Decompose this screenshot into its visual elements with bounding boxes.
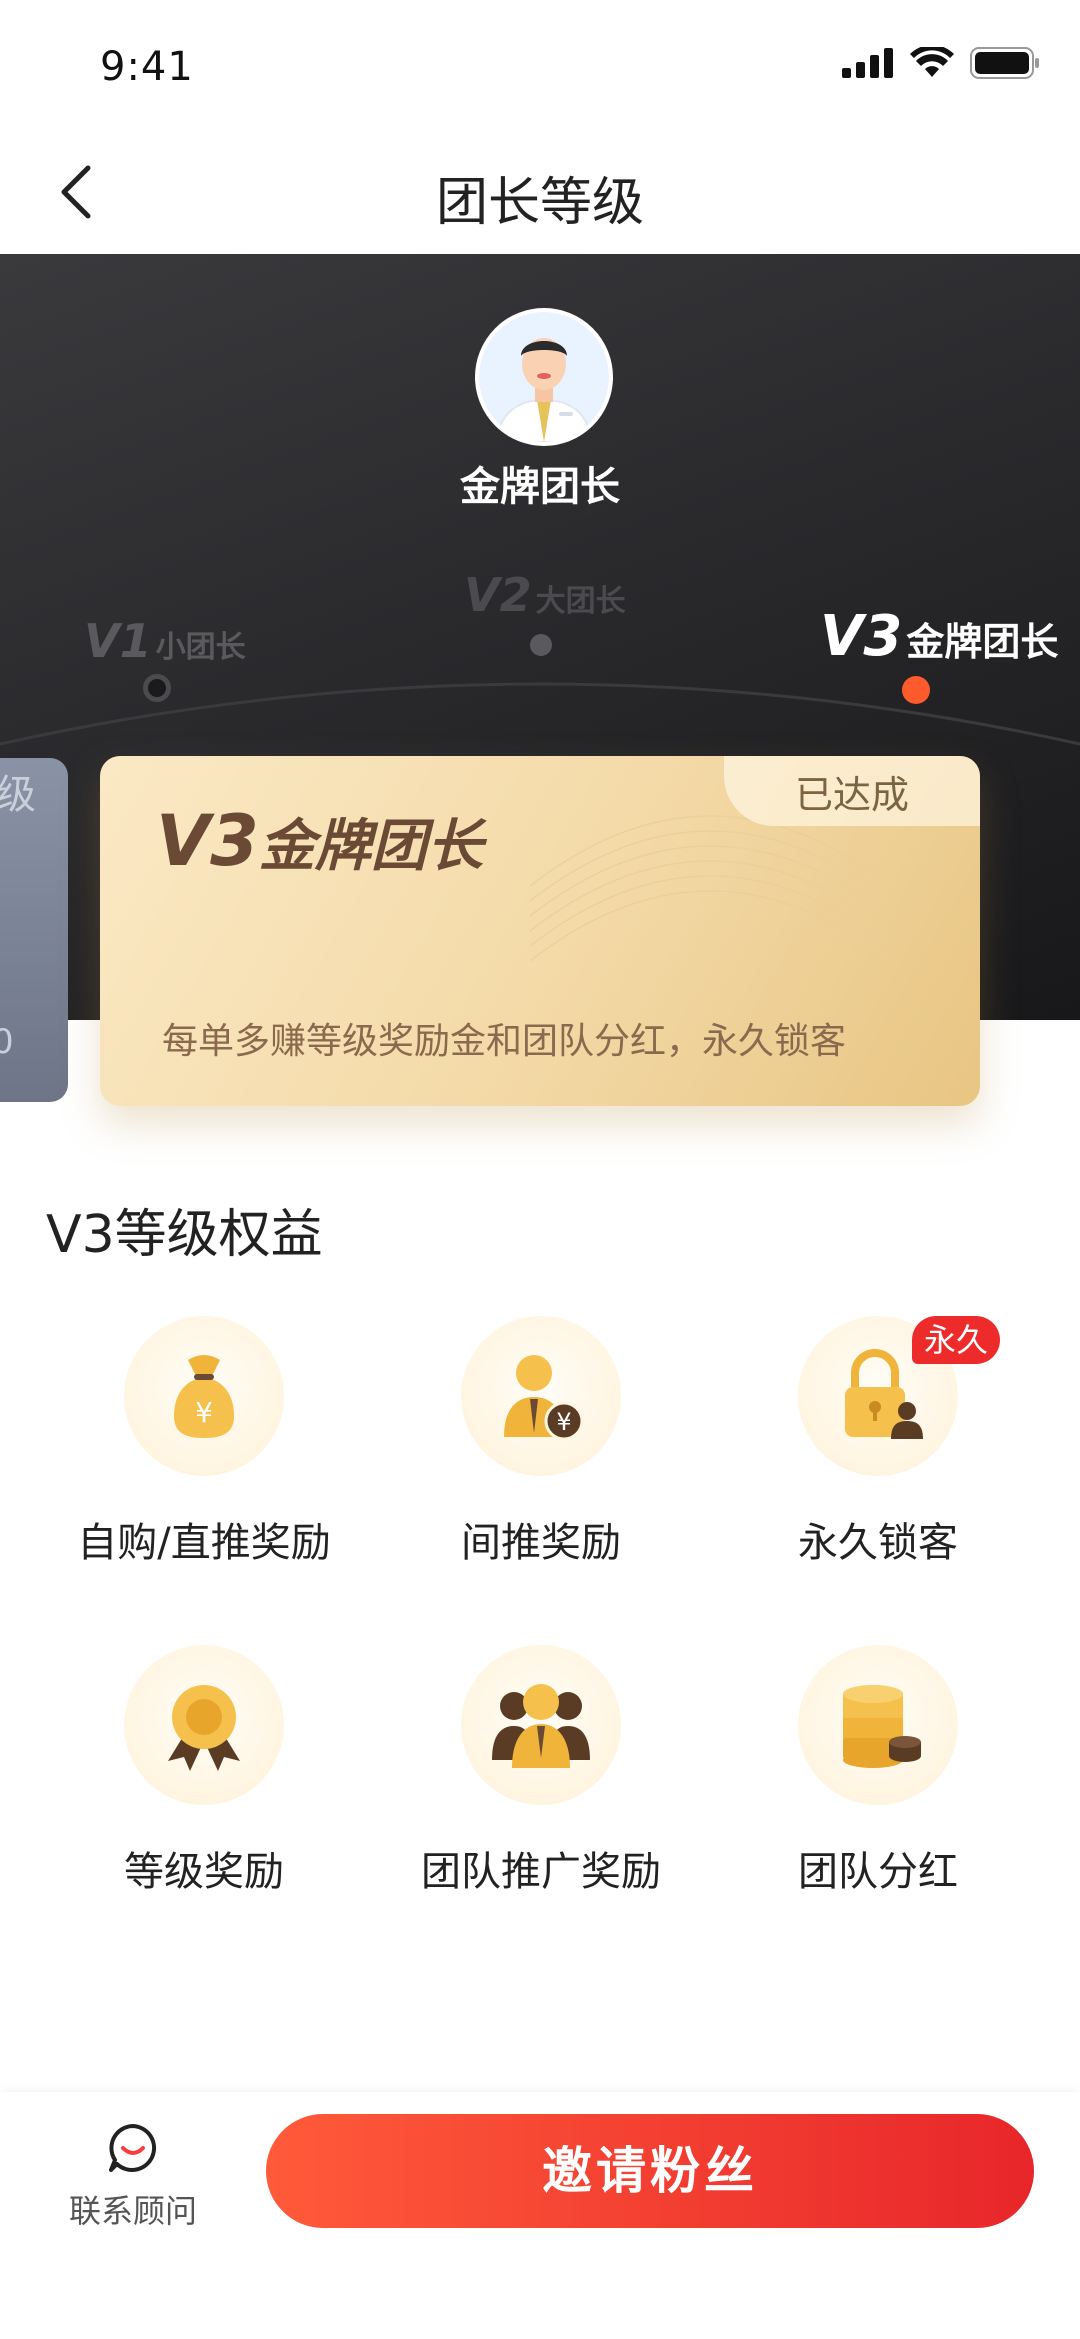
hero-level-name: 金牌团长 [460,464,620,510]
benefit-self-purchase[interactable]: ¥ 自购/直推奖励 [54,1316,354,1568]
avatar [475,308,613,446]
invite-fans-button[interactable]: 邀请粉丝 [266,2114,1034,2228]
benefit-indirect[interactable]: ¥ 间推奖励 [391,1316,691,1568]
benefits-title: V3等级权益 [46,1205,323,1265]
chat-smile-icon [109,2124,157,2172]
benefit-team-promotion[interactable]: 团队推广奖励 [391,1645,691,1897]
page-title: 团长等级 [435,173,644,233]
status-bar: 9:41 [0,0,1080,130]
status-badge: 已达成 [724,756,980,826]
contact-advisor-button[interactable]: 联系顾问 [48,2122,218,2232]
card-title: V3金牌团长 [156,800,483,882]
card-description: 每单多赚等级奖励金和团队分红，永久锁客 [162,1021,847,1062]
benefit-level-reward[interactable]: 等级奖励 [54,1645,354,1897]
coin-stack-icon [843,1685,921,1768]
person-yuan-icon: ¥ [504,1355,584,1441]
level-dot-v3-active [902,676,930,704]
wifi-icon [910,47,954,77]
level-v2[interactable]: V2 大团长 [464,568,626,622]
bottom-bar: 联系顾问 邀请粉丝 [0,2092,1080,2339]
avatar-person-icon [495,338,593,442]
nav-bar: 团长等级 [0,130,1080,255]
level-dot-v1 [143,674,171,702]
status-icons [842,46,1040,80]
money-bag-icon: ¥ [174,1355,234,1438]
team-icon [492,1684,590,1768]
level-v3[interactable]: V3 金牌团长 [820,604,1058,669]
status-time: 9:41 [100,44,194,90]
benefit-team-dividend[interactable]: 团队分红 [728,1645,1028,1897]
signal-icon [842,48,893,78]
svg-text:¥: ¥ [556,1408,571,1436]
level-dot-v2 [530,634,552,656]
current-level-card[interactable]: 已达成 V3金牌团长 每单多赚等级奖励金和团队分红，永久锁客 [100,756,980,1106]
permanent-tag: 永久 [912,1316,1000,1364]
prev-level-card[interactable]: 级 0 [0,758,68,1102]
battery-icon [970,47,1039,79]
level-v1[interactable]: V1 小团长 [84,614,246,668]
medal-icon [168,1685,240,1771]
svg-text:¥: ¥ [195,1396,213,1429]
